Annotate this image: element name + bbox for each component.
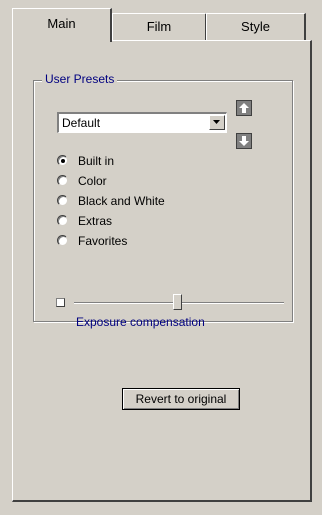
arrow-down-icon bbox=[239, 136, 249, 146]
radio-label: Black and White bbox=[78, 194, 165, 208]
tab-style-label: Style bbox=[241, 19, 270, 34]
dialog-window: Film Style Main User Presets Default Bui… bbox=[0, 0, 322, 515]
move-down-button[interactable] bbox=[236, 133, 252, 149]
panel-content: User Presets Default Built in Color Blac… bbox=[12, 40, 312, 502]
radio-label: Color bbox=[78, 174, 107, 188]
radio-circle bbox=[57, 175, 68, 186]
tab-film-label: Film bbox=[146, 19, 172, 34]
dropdown-arrow-button[interactable] bbox=[209, 115, 225, 130]
radio-circle bbox=[57, 215, 68, 226]
radio-label: Built in bbox=[78, 154, 115, 168]
radio-label: Favorites bbox=[78, 234, 128, 248]
preset-dropdown[interactable]: Default bbox=[57, 112, 227, 133]
radio-selected-dot bbox=[61, 159, 65, 163]
chevron-down-icon bbox=[213, 120, 220, 124]
move-up-button[interactable] bbox=[236, 100, 252, 116]
arrow-up-icon bbox=[239, 103, 249, 113]
radio-circle bbox=[57, 235, 68, 246]
tab-main[interactable]: Main bbox=[12, 8, 112, 42]
radio-label: Extras bbox=[78, 214, 113, 228]
tab-style[interactable]: Style bbox=[206, 13, 306, 41]
radio-circle bbox=[57, 195, 68, 206]
tab-film[interactable]: Film bbox=[112, 13, 207, 41]
tab-main-label: Main bbox=[47, 16, 76, 31]
slider-min-marker bbox=[56, 298, 65, 307]
exposure-compensation-label: Exposure compensation bbox=[76, 315, 205, 329]
preset-dropdown-value: Default bbox=[62, 116, 101, 130]
revert-to-original-button[interactable]: Revert to original bbox=[122, 388, 240, 410]
exposure-slider-thumb[interactable] bbox=[173, 294, 182, 310]
user-presets-label: User Presets bbox=[42, 72, 118, 86]
